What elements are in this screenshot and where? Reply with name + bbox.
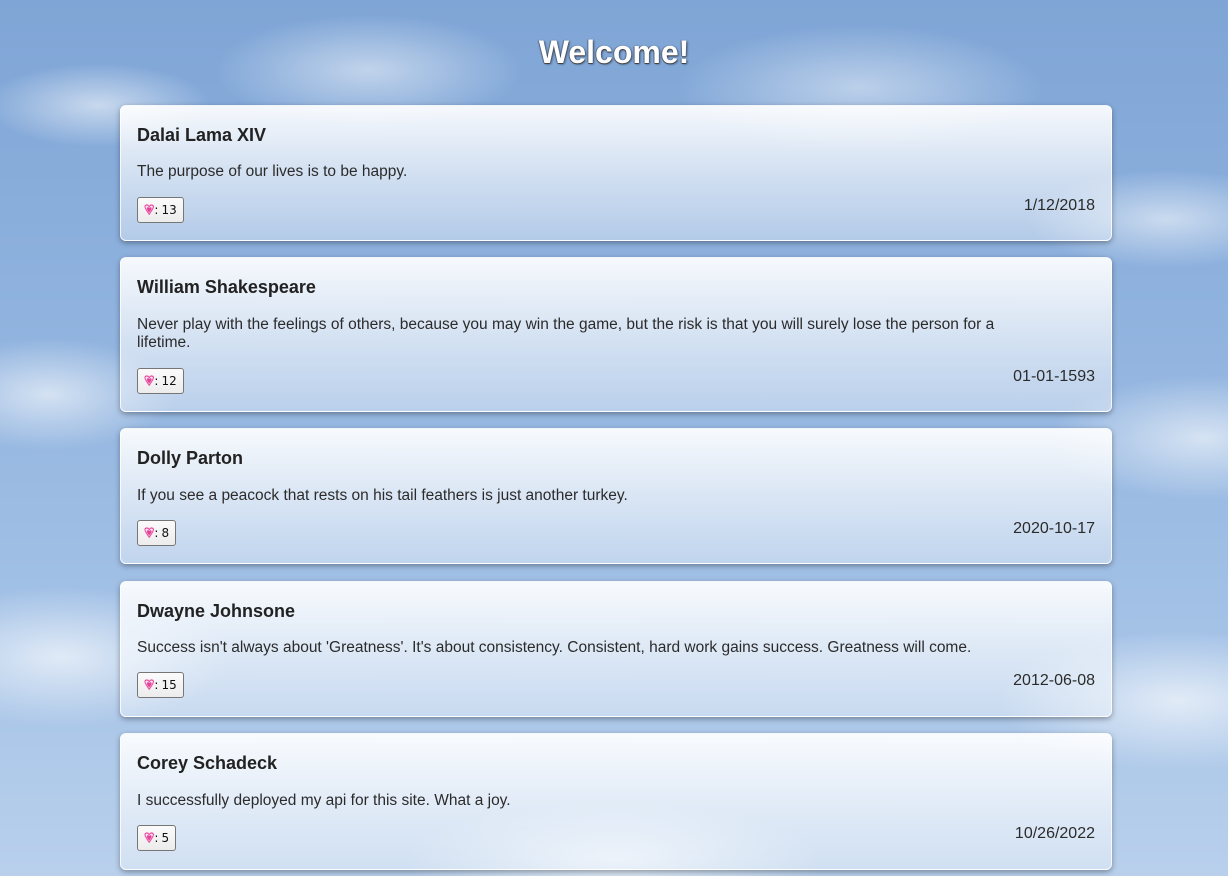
quote-text: Success isn't always about 'Greatness'. … — [137, 639, 972, 656]
quote-card: Corey Schadeck I successfully deployed m… — [120, 733, 1112, 870]
quote-date: 10/26/2022 — [1014, 825, 1095, 842]
like-count: 12 — [161, 374, 177, 388]
quote-author: William Shakespeare — [137, 277, 316, 297]
quote-date: 2012-06-08 — [1013, 672, 1095, 689]
quote-author: Dalai Lama XIV — [137, 125, 267, 145]
quote-card: William Shakespeare Never play with the … — [120, 257, 1112, 412]
like-button[interactable]: 💗︎:5 — [137, 825, 177, 851]
quote-date: 1/12/2018 — [1023, 197, 1095, 214]
like-separator: : — [154, 374, 159, 388]
like-separator: : — [154, 203, 159, 217]
quote-text: The purpose of our lives is to be happy. — [137, 163, 408, 180]
quote-author: Dwayne Johnsone — [137, 601, 296, 621]
quote-date: 01-01-1593 — [1013, 368, 1095, 385]
like-button[interactable]: 💗︎:12 — [137, 368, 184, 394]
quote-card: Dwayne Johnsone Success isn't always abo… — [120, 581, 1112, 717]
heart-icon: 💗︎ — [144, 371, 155, 390]
quote-card: Dalai Lama XIV The purpose of our lives … — [120, 105, 1112, 241]
heart-icon: 💗︎ — [144, 828, 155, 847]
like-button[interactable]: 💗︎:13 — [137, 197, 184, 223]
quote-text: If you see a peacock that rests on his t… — [137, 487, 628, 504]
quote-author: Corey Schadeck — [137, 753, 278, 773]
like-separator: : — [154, 526, 159, 540]
like-separator: : — [154, 678, 159, 692]
like-count: 8 — [161, 526, 170, 540]
quote-date: 2020-10-17 — [1013, 520, 1095, 537]
quote-text: I successfully deployed my api for this … — [137, 792, 511, 809]
like-button[interactable]: 💗︎:8 — [137, 520, 177, 546]
heart-icon: 💗︎ — [144, 200, 155, 219]
heart-icon: 💗︎ — [144, 675, 155, 694]
heart-icon: 💗︎ — [144, 523, 155, 542]
like-count: 13 — [161, 203, 177, 217]
quote-card: Dolly Parton If you see a peacock that r… — [120, 428, 1112, 564]
quote-text: Never play with the feelings of others, … — [137, 316, 995, 351]
like-separator: : — [154, 831, 159, 845]
like-button[interactable]: 💗︎:15 — [137, 672, 184, 698]
quote-author: Dolly Parton — [137, 448, 244, 468]
page-title: Welcome! — [538, 34, 690, 70]
like-count: 5 — [161, 831, 170, 845]
like-count: 15 — [161, 678, 177, 692]
